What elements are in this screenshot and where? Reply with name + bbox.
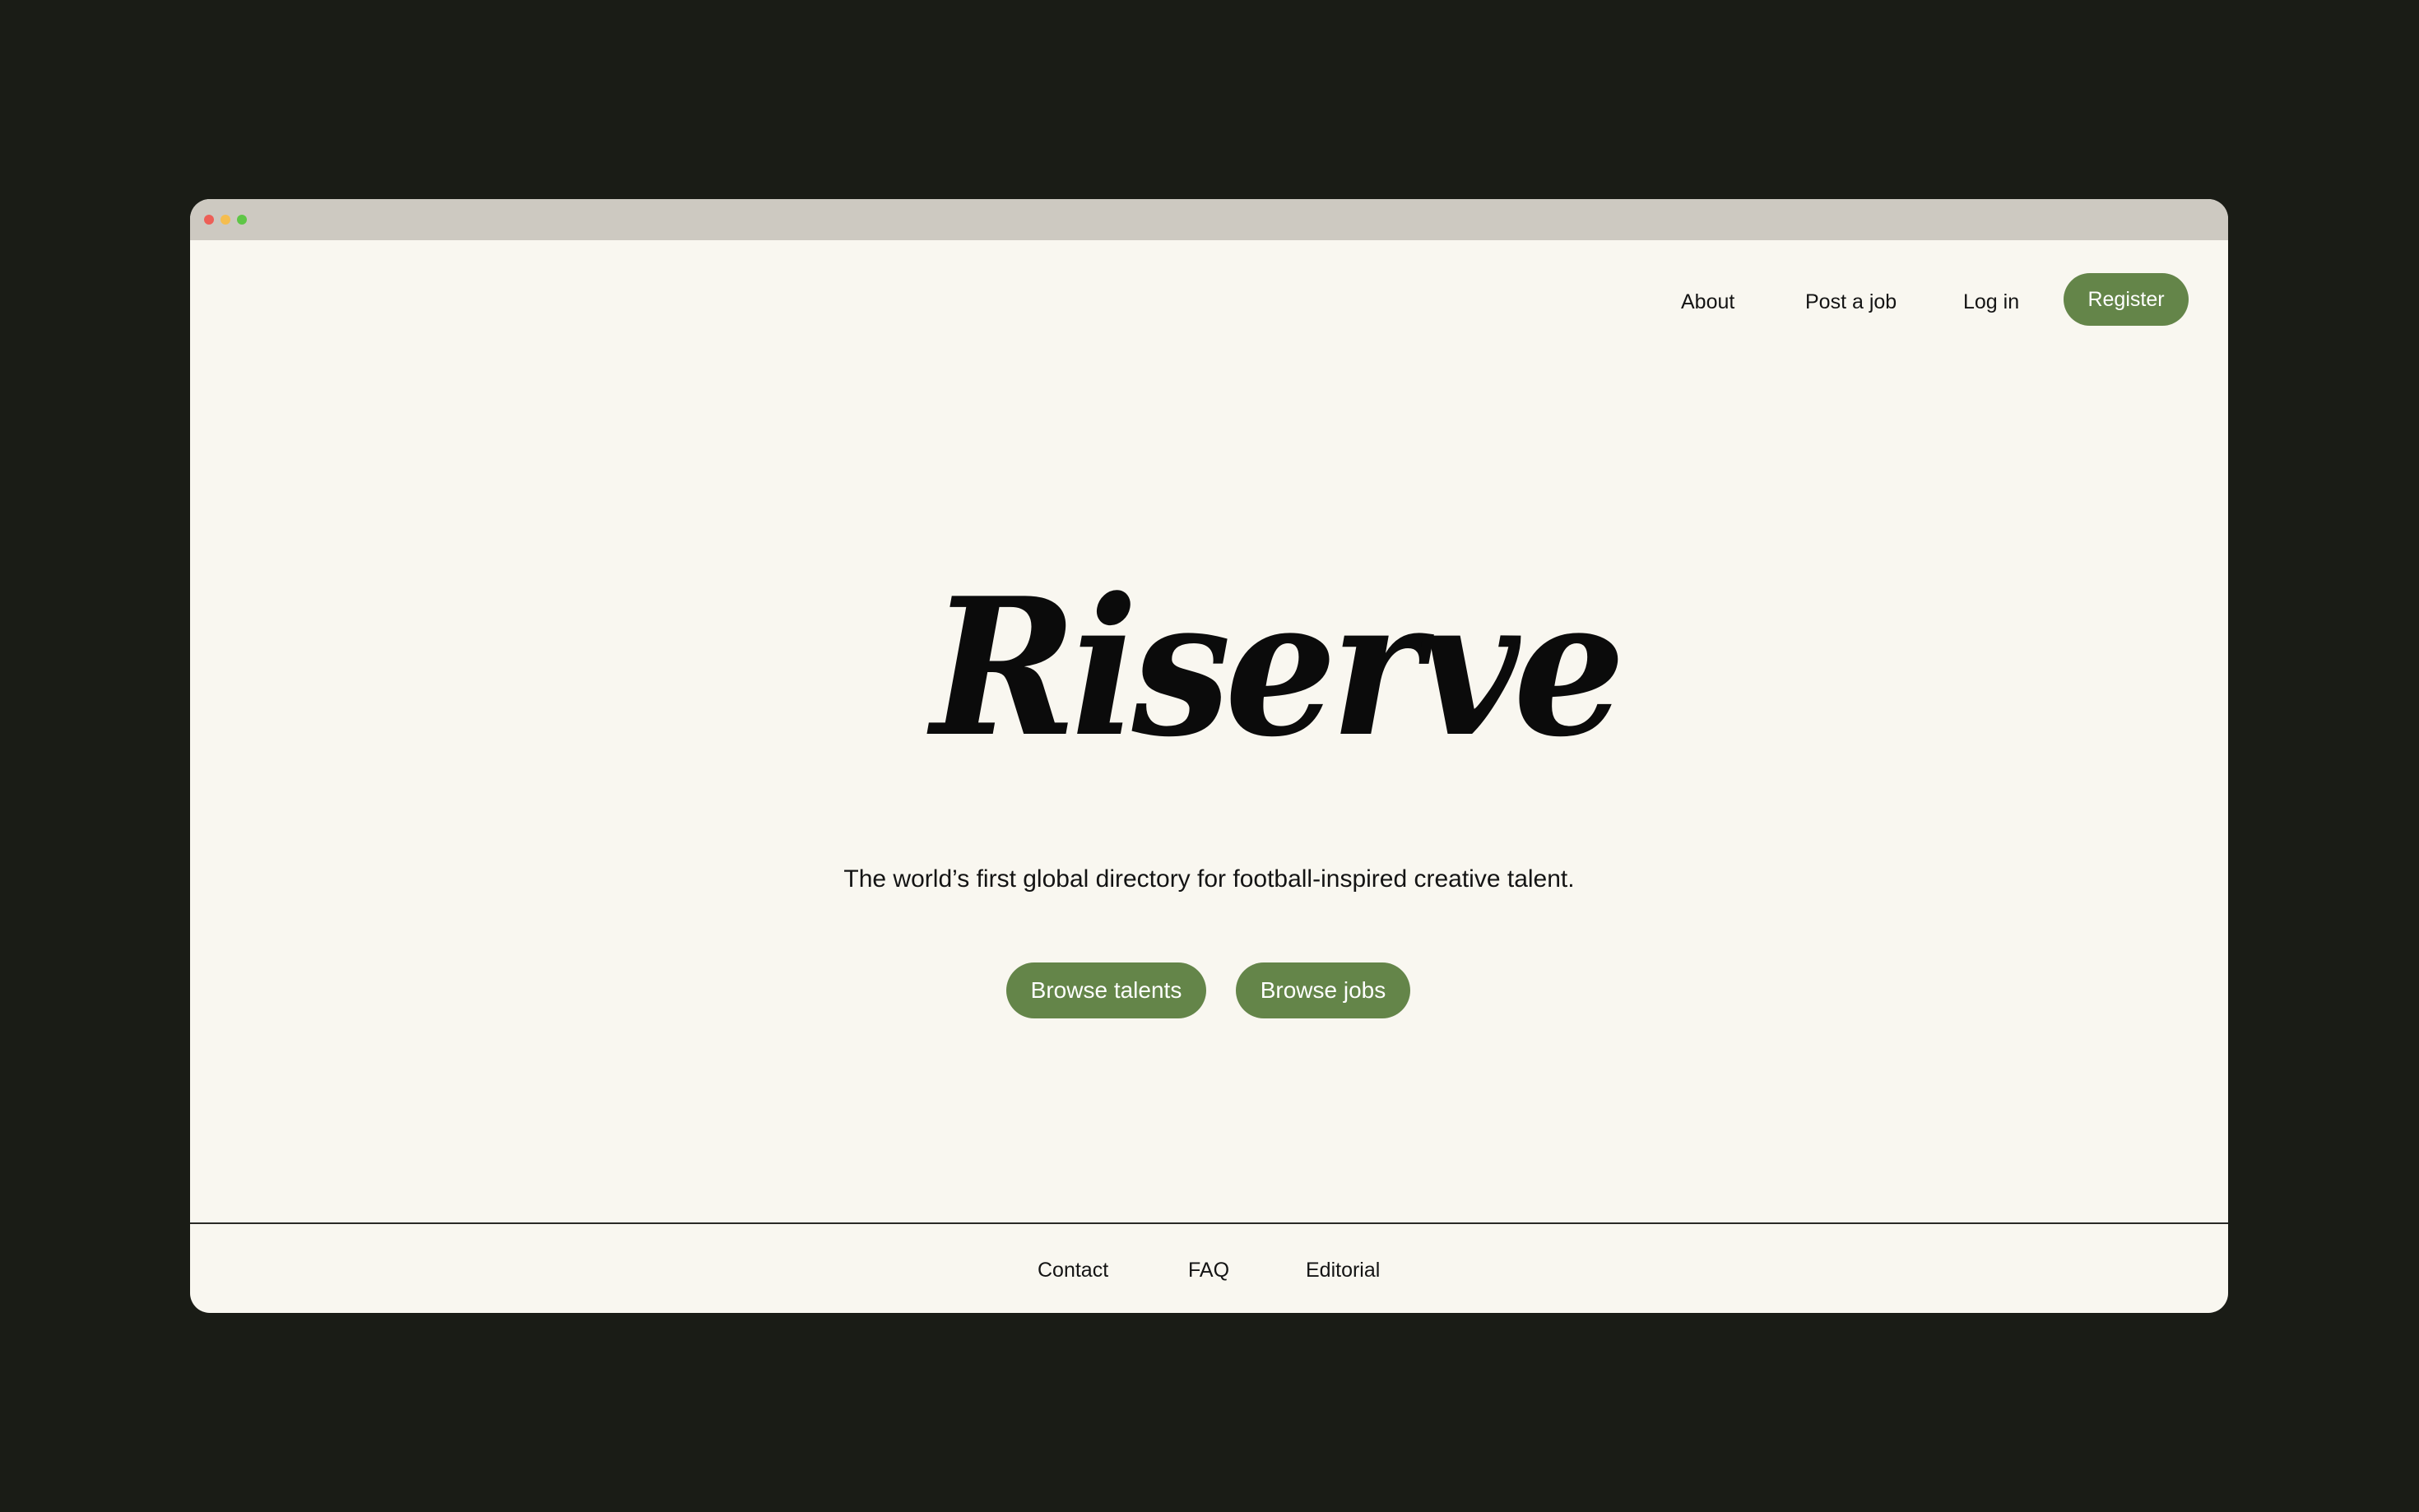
browse-jobs-button[interactable]: Browse jobs: [1236, 962, 1410, 1018]
minimize-window-icon[interactable]: [221, 215, 230, 225]
brand-logo: Riserve: [905, 553, 1625, 783]
top-navigation: [190, 240, 2228, 347]
footer-divider: [190, 1222, 2228, 1224]
footer-editorial-link[interactable]: Editorial: [1306, 1258, 1380, 1282]
register-button[interactable]: Register: [2064, 273, 2189, 326]
window-title-bar: [190, 199, 2228, 240]
hero-tagline: The world’s first global directory for f…: [843, 865, 1575, 893]
browser-window: About Post a job Log in Register Riserve…: [190, 199, 2228, 1313]
close-window-icon[interactable]: [204, 215, 214, 225]
nav-login-link[interactable]: Log in: [1963, 290, 2019, 314]
nav-about-link[interactable]: About: [1681, 290, 1734, 314]
maximize-window-icon[interactable]: [237, 215, 247, 225]
footer-faq-link[interactable]: FAQ: [1188, 1258, 1229, 1282]
brand-logo-wordmark: Riserve: [931, 557, 1625, 779]
footer-contact-link[interactable]: Contact: [1038, 1258, 1108, 1282]
nav-post-job-link[interactable]: Post a job: [1805, 290, 1897, 314]
browse-talents-button[interactable]: Browse talents: [1006, 962, 1206, 1018]
